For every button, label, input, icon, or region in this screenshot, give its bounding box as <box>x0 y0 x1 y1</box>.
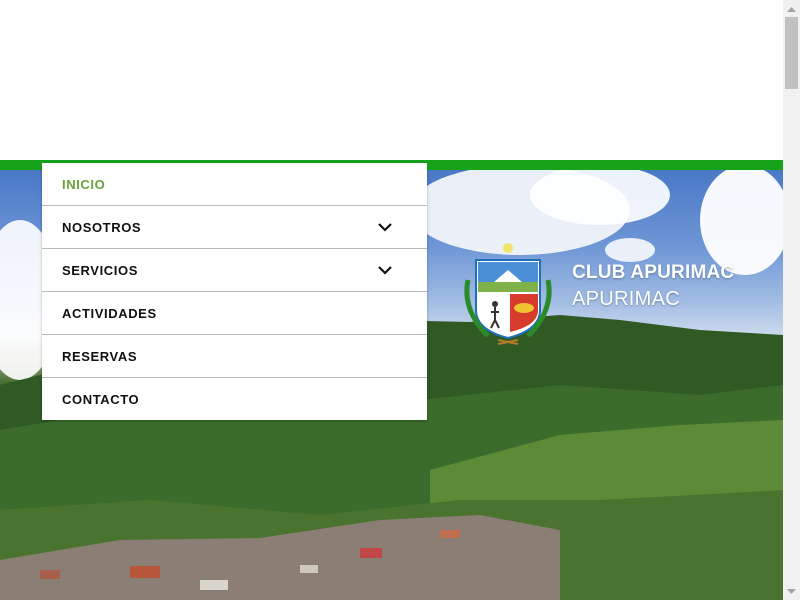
scrollbar-thumb[interactable] <box>785 17 798 89</box>
menu-item-label: CONTACTO <box>62 391 140 407</box>
brand-line-1: CLUB APURIMAC <box>572 262 735 283</box>
chevron-down-icon[interactable] <box>377 222 393 232</box>
menu-item-inicio[interactable]: INICIO <box>42 163 427 206</box>
coat-of-arms-logo <box>464 243 552 345</box>
menu-item-nosotros[interactable]: NOSOTROS <box>42 206 427 249</box>
menu-item-label: SERVICIOS <box>62 262 138 278</box>
scroll-up-arrow-icon[interactable] <box>783 0 800 17</box>
menu-item-servicios[interactable]: SERVICIOS <box>42 249 427 292</box>
menu-item-reservas[interactable]: RESERVAS <box>42 335 427 378</box>
menu-item-label: NOSOTROS <box>62 219 142 235</box>
chevron-down-icon[interactable] <box>377 265 393 275</box>
menu-item-contacto[interactable]: CONTACTO <box>42 378 427 420</box>
scroll-down-arrow-icon[interactable] <box>783 583 800 600</box>
menu-item-actividades[interactable]: ACTIVIDADES <box>42 292 427 335</box>
menu-item-label: ACTIVIDADES <box>62 305 157 321</box>
brand-title: CLUB APURIMAC APURIMAC <box>572 262 734 311</box>
menu-item-label: RESERVAS <box>62 348 138 364</box>
main-menu: INICIO NOSOTROS SERVICIOS ACTIVIDADES RE… <box>42 163 427 420</box>
menu-item-label: INICIO <box>62 176 106 192</box>
page: CLUB APURIMAC APURIMAC INICIO NOSOTROS S… <box>0 0 783 600</box>
vertical-scrollbar[interactable] <box>783 0 800 600</box>
brand-line-2: APURIMAC <box>572 288 680 310</box>
